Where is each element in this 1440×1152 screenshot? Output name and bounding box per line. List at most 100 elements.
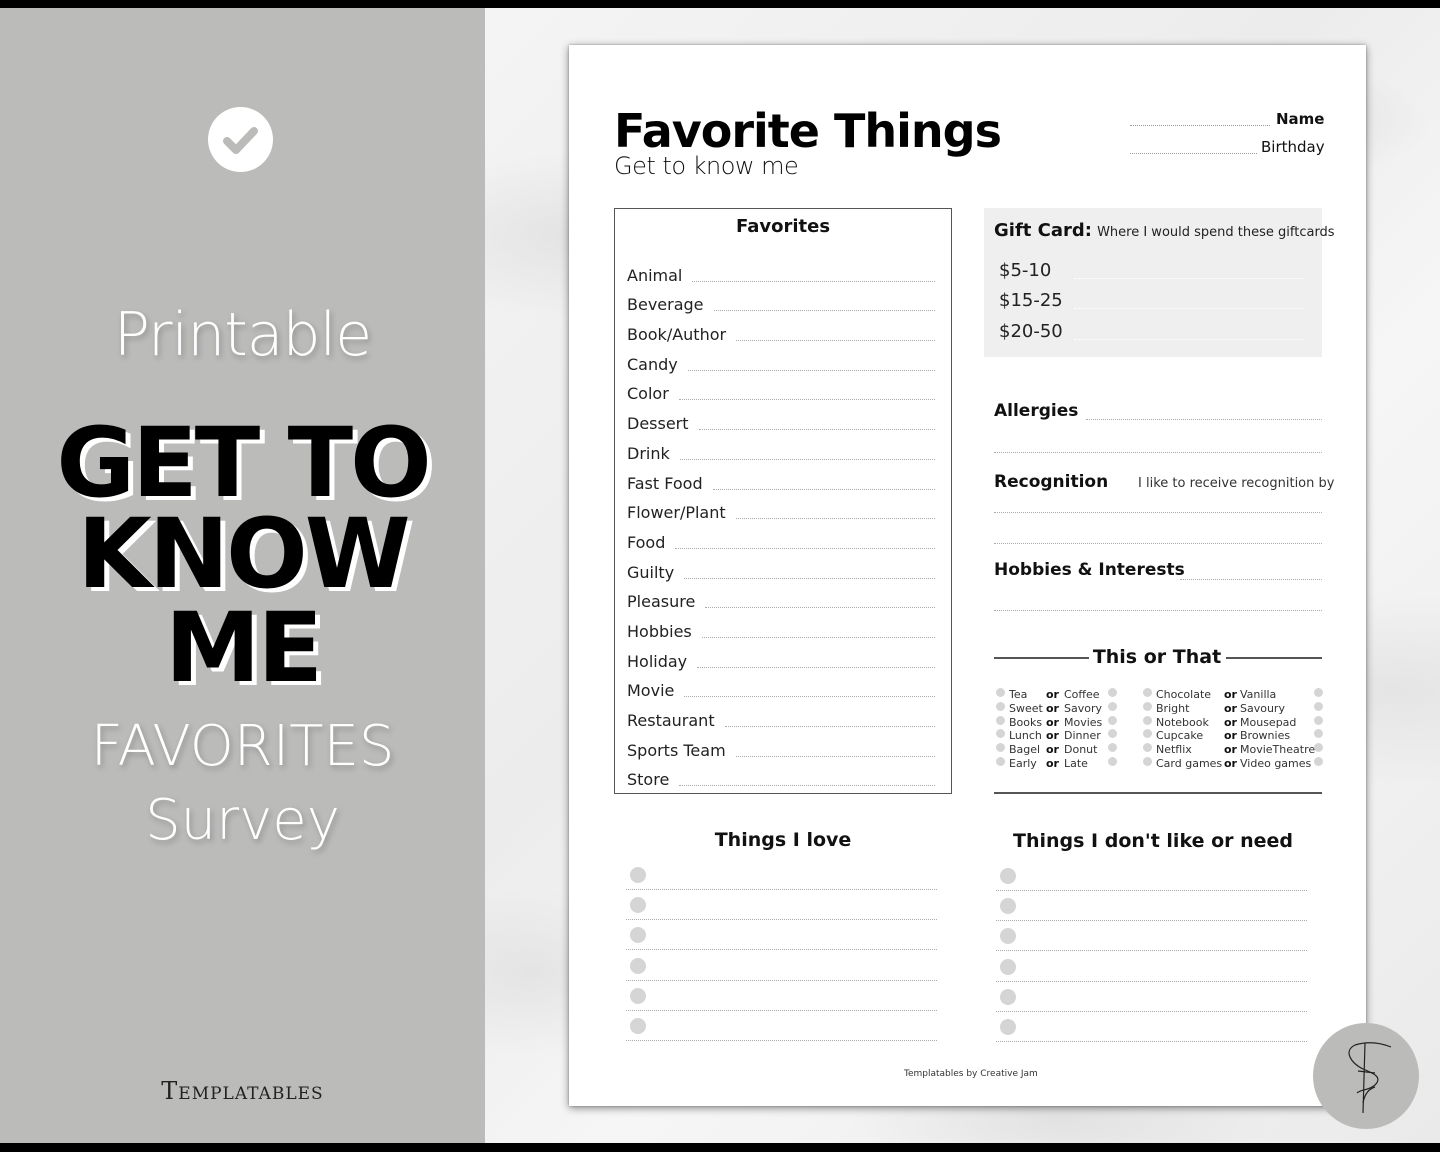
choice-bullet-right[interactable]: [1314, 701, 1323, 711]
favorite-answer-line[interactable]: [687, 369, 935, 371]
gift-card-answer-line[interactable]: [1074, 277, 1304, 279]
favorite-answer-line[interactable]: [724, 726, 935, 727]
favorite-label: Flower/Plant: [627, 503, 726, 523]
things-dislike-item: [996, 928, 1307, 958]
things-dislike-answer-line[interactable]: [996, 950, 1307, 952]
promo-panel: Printable GET TO KNOW ME FAVORITES Surve…: [0, 8, 485, 1143]
things-dislike-answer-line[interactable]: [996, 1041, 1307, 1042]
promo-headline-line-1: GET TO: [56, 407, 431, 519]
choice-bullet-left[interactable]: [1143, 688, 1152, 697]
or-label: or: [1224, 757, 1237, 770]
or-label: or: [1224, 701, 1237, 715]
favorite-answer-line[interactable]: [684, 696, 935, 698]
favorite-row: Beverage: [627, 285, 935, 315]
gift-card-rows: $5-10 $15-25 $20-50: [999, 250, 1304, 342]
bullet-icon: [630, 1018, 646, 1034]
choice-bullet-left[interactable]: [996, 757, 1005, 766]
choice-option-left: Tea: [1009, 688, 1028, 701]
choice-option-right: Brownies: [1240, 729, 1291, 743]
birthday-field[interactable]: Birthday: [1130, 138, 1325, 156]
favorite-label: Store: [627, 770, 670, 790]
hobbies-line-2[interactable]: [994, 610, 1322, 611]
choice-option-right: Movies: [1064, 715, 1103, 729]
gift-card-answer-line[interactable]: [1074, 308, 1304, 309]
favorite-row: Fast Food: [627, 463, 935, 493]
choice-option-right: Savory: [1064, 701, 1102, 715]
choice-bullet-left[interactable]: [1143, 757, 1152, 766]
favorite-answer-line[interactable]: [678, 399, 935, 401]
choice-bullet-right[interactable]: [1314, 757, 1323, 766]
favorite-answer-line[interactable]: [701, 636, 935, 638]
favorite-answer-line[interactable]: [675, 547, 935, 549]
favorite-answer-line[interactable]: [736, 340, 935, 342]
bullet-icon: [630, 957, 646, 974]
choice-bullet-left[interactable]: [996, 701, 1005, 711]
favorite-label: Beverage: [627, 295, 704, 315]
choice-bullet-right[interactable]: [1108, 701, 1117, 711]
choice-bullet-left[interactable]: [996, 715, 1005, 725]
name-label: Name: [1276, 110, 1325, 128]
choice-bullet-left[interactable]: [996, 688, 1005, 697]
favorite-row: Animal: [627, 255, 935, 285]
recognition-line-1[interactable]: [994, 512, 1322, 513]
things-love-answer-line[interactable]: [626, 919, 937, 921]
allergies-line-2[interactable]: [994, 452, 1322, 453]
choice-bullet-right[interactable]: [1108, 715, 1117, 725]
things-love-answer-line[interactable]: [626, 949, 937, 951]
name-line[interactable]: [1130, 125, 1270, 126]
things-love-answer-line[interactable]: [626, 889, 937, 890]
favorites-title: Favorites: [735, 216, 831, 237]
things-love-answer-line[interactable]: [626, 979, 937, 981]
top-border: [0, 0, 1440, 8]
things-dislike-item: [996, 1019, 1307, 1049]
gift-card-label: Gift Card:: [994, 220, 1092, 241]
choice-bullet-right[interactable]: [1108, 688, 1117, 697]
choice-bullet-left[interactable]: [1143, 701, 1152, 711]
favorite-label: Guilty: [627, 562, 675, 582]
choice-bullet-right[interactable]: [1314, 715, 1323, 725]
gift-card-answer-line[interactable]: [1074, 338, 1304, 340]
choice-bullet-left[interactable]: [1143, 715, 1152, 725]
favorite-answer-line[interactable]: [712, 488, 935, 490]
favorite-answer-line[interactable]: [692, 280, 935, 282]
favorite-answer-line[interactable]: [735, 755, 935, 757]
things-dislike-answer-line[interactable]: [996, 980, 1307, 982]
name-field[interactable]: Name: [1130, 110, 1324, 128]
things-dislike-answer-line[interactable]: [996, 890, 1307, 891]
things-dislike-item: [996, 958, 1307, 989]
this-or-that-title: This or That: [1092, 646, 1222, 668]
choice-bullet-right[interactable]: [1108, 757, 1117, 766]
birthday-line[interactable]: [1130, 153, 1257, 154]
birthday-label: Birthday: [1261, 138, 1325, 156]
favorite-answer-line[interactable]: [679, 785, 935, 787]
choice-option-left: Books: [1009, 715, 1043, 729]
choice-option-left: Bright: [1156, 701, 1190, 715]
things-dislike-answer-line[interactable]: [996, 920, 1307, 922]
choice-option-right: Late: [1064, 757, 1088, 770]
or-label: or: [1224, 743, 1237, 757]
gift-card-row: $20-50: [999, 311, 1304, 342]
favorite-answer-line[interactable]: [684, 577, 935, 579]
recognition-line-2[interactable]: [994, 543, 1322, 544]
things-love-answer-line[interactable]: [626, 1009, 937, 1011]
things-love-item: [626, 957, 937, 988]
favorite-answer-line[interactable]: [713, 310, 935, 312]
favorite-row: Movie: [627, 671, 935, 700]
choice-bullet-right[interactable]: [1314, 688, 1323, 697]
this-or-that-rule-bottom: [994, 792, 1322, 794]
things-love-answer-line[interactable]: [626, 1040, 937, 1041]
favorite-answer-line[interactable]: [705, 607, 935, 609]
favorite-answer-line[interactable]: [679, 458, 935, 460]
things-dislike-answer-line[interactable]: [996, 1010, 1307, 1012]
favorite-answer-line[interactable]: [698, 429, 935, 431]
choice-option-left: Chocolate: [1156, 688, 1212, 701]
favorite-answer-line[interactable]: [735, 518, 935, 520]
choice-option-left: Lunch: [1009, 729, 1042, 743]
things-love-item: [626, 1018, 937, 1048]
favorite-answer-line[interactable]: [697, 666, 935, 668]
things-dislike-title: Things I don't like or need: [1012, 830, 1294, 852]
favorite-row: Book/Author: [627, 314, 935, 344]
allergies-line-1[interactable]: [1086, 419, 1322, 420]
hobbies-line-1[interactable]: [1180, 579, 1322, 580]
things-love-item: [626, 987, 937, 1018]
